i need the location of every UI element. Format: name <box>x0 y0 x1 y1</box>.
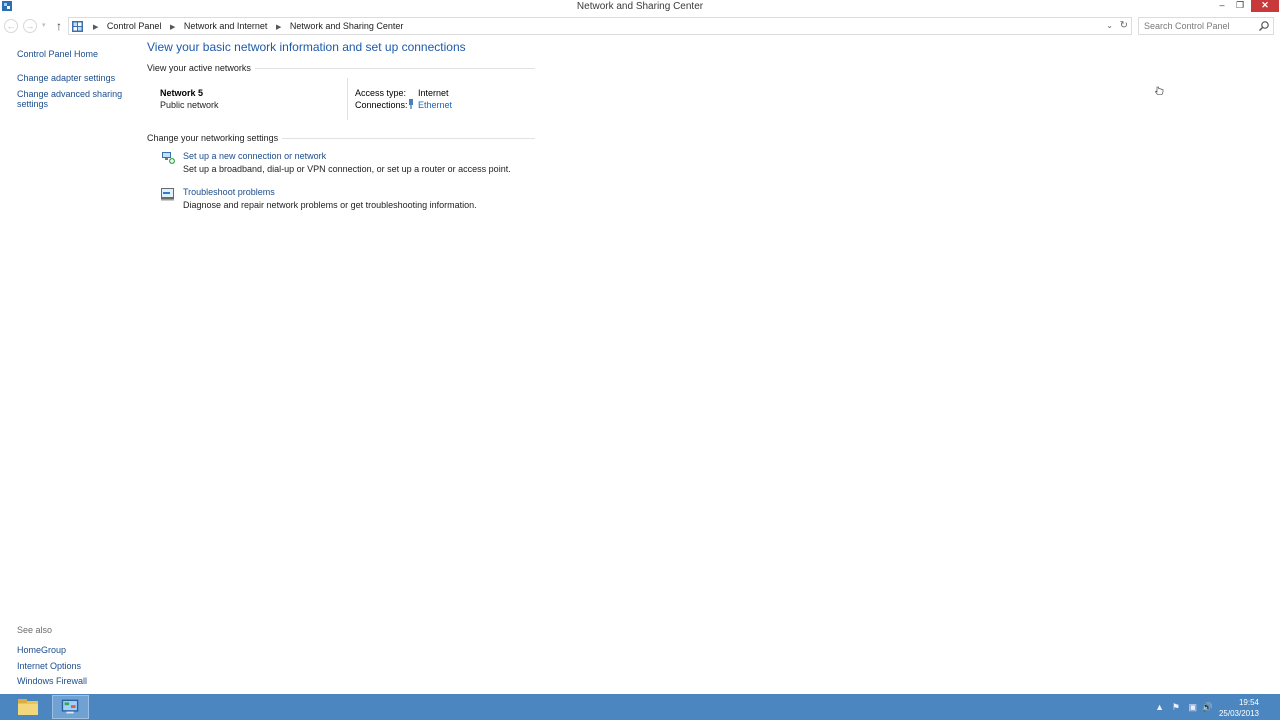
ethernet-icon <box>409 99 413 109</box>
breadcrumb: ▶ Control Panel ▶ Network and Internet ▶… <box>87 18 403 36</box>
file-explorer-icon[interactable] <box>14 696 42 718</box>
see-also-section: See also HomeGroup Internet Options Wind… <box>17 625 87 686</box>
connections-label: Connections: <box>355 100 408 110</box>
chevron-right-icon[interactable]: ▶ <box>276 24 281 31</box>
address-bar-row: ← → ▾ ↑ ▶ Control Panel ▶ Network and In… <box>0 17 1280 35</box>
window-title: Network and Sharing Center <box>576 1 704 12</box>
divider <box>254 67 535 69</box>
access-type-label: Access type: <box>355 88 407 98</box>
show-hidden-icons-icon[interactable]: ▲ <box>1155 702 1164 712</box>
volume-icon[interactable]: 🔊 <box>1202 702 1213 713</box>
control-panel-icon <box>61 699 79 714</box>
access-type-value: Internet <box>418 88 449 98</box>
change-settings-header-label: Change your networking settings <box>147 133 279 143</box>
forward-button[interactable]: → <box>23 19 37 33</box>
recent-locations-icon[interactable]: ▾ <box>42 21 46 29</box>
breadcrumb-network-and-internet[interactable]: Network and Internet <box>184 21 268 31</box>
clock-time[interactable]: 19:54 <box>1239 698 1259 707</box>
search-input[interactable]: Search Control Panel <box>1138 17 1274 35</box>
close-button[interactable]: ✕ <box>1251 0 1279 12</box>
troubleshoot-problems-link[interactable]: Troubleshoot problems <box>183 187 275 197</box>
divider <box>282 137 535 139</box>
divider <box>347 78 348 120</box>
search-placeholder: Search Control Panel <box>1144 21 1230 31</box>
taskbar: ▲ ⚑ ▣ 🔊 19:54 25/03/2013 <box>0 694 1280 720</box>
chevron-right-icon[interactable]: ▶ <box>170 24 175 31</box>
change-advanced-sharing-settings-link[interactable]: Change advanced sharing settings <box>17 89 129 109</box>
setup-new-connection-link[interactable]: Set up a new connection or network <box>183 151 326 161</box>
network-status-icon[interactable]: ▣ <box>1188 702 1197 713</box>
chevron-right-icon[interactable]: ▶ <box>93 24 98 31</box>
chevron-down-icon[interactable]: ⌄ <box>1106 19 1113 33</box>
internet-options-link[interactable]: Internet Options <box>17 661 81 671</box>
change-adapter-settings-link[interactable]: Change adapter settings <box>17 73 115 83</box>
page-title: View your basic network information and … <box>147 40 466 54</box>
troubleshoot-icon[interactable] <box>160 187 176 201</box>
network-name: Network 5 <box>160 88 204 98</box>
back-button[interactable]: ← <box>4 19 18 33</box>
network-setup-icon[interactable] <box>160 151 176 165</box>
troubleshoot-problems-description: Diagnose and repair network problems or … <box>183 200 477 210</box>
title-bar: Network and Sharing Center – ❐ ✕ <box>0 0 1280 13</box>
control-panel-home-link[interactable]: Control Panel Home <box>17 49 98 59</box>
homegroup-link[interactable]: HomeGroup <box>17 645 66 655</box>
search-icon[interactable] <box>1258 20 1270 32</box>
active-networks-header: View your active networks <box>147 63 535 73</box>
see-also-header: See also <box>17 625 53 635</box>
hand-cursor-icon <box>1155 86 1164 95</box>
breadcrumb-control-panel[interactable]: Control Panel <box>107 21 162 31</box>
ethernet-connection-link[interactable]: Ethernet <box>418 100 452 110</box>
breadcrumb-network-and-sharing-center[interactable]: Network and Sharing Center <box>290 21 404 31</box>
change-settings-header: Change your networking settings <box>147 133 535 143</box>
windows-firewall-link[interactable]: Windows Firewall <box>17 676 87 686</box>
address-field[interactable]: ▶ Control Panel ▶ Network and Internet ▶… <box>68 17 1132 35</box>
control-panel-icon <box>72 21 83 32</box>
setup-new-connection-description: Set up a broadband, dial-up or VPN conne… <box>183 164 511 174</box>
control-panel-taskbar-button[interactable] <box>52 695 89 719</box>
network-category: Public network <box>160 100 219 110</box>
active-networks-header-label: View your active networks <box>147 63 251 73</box>
clock-date[interactable]: 25/03/2013 <box>1219 709 1259 718</box>
up-arrow-icon[interactable]: ↑ <box>56 19 62 33</box>
restore-button[interactable]: ❐ <box>1231 0 1249 12</box>
refresh-icon[interactable]: ↻ <box>1120 19 1128 33</box>
minimize-button[interactable]: – <box>1213 0 1231 12</box>
action-center-flag-icon[interactable]: ⚑ <box>1172 702 1180 713</box>
